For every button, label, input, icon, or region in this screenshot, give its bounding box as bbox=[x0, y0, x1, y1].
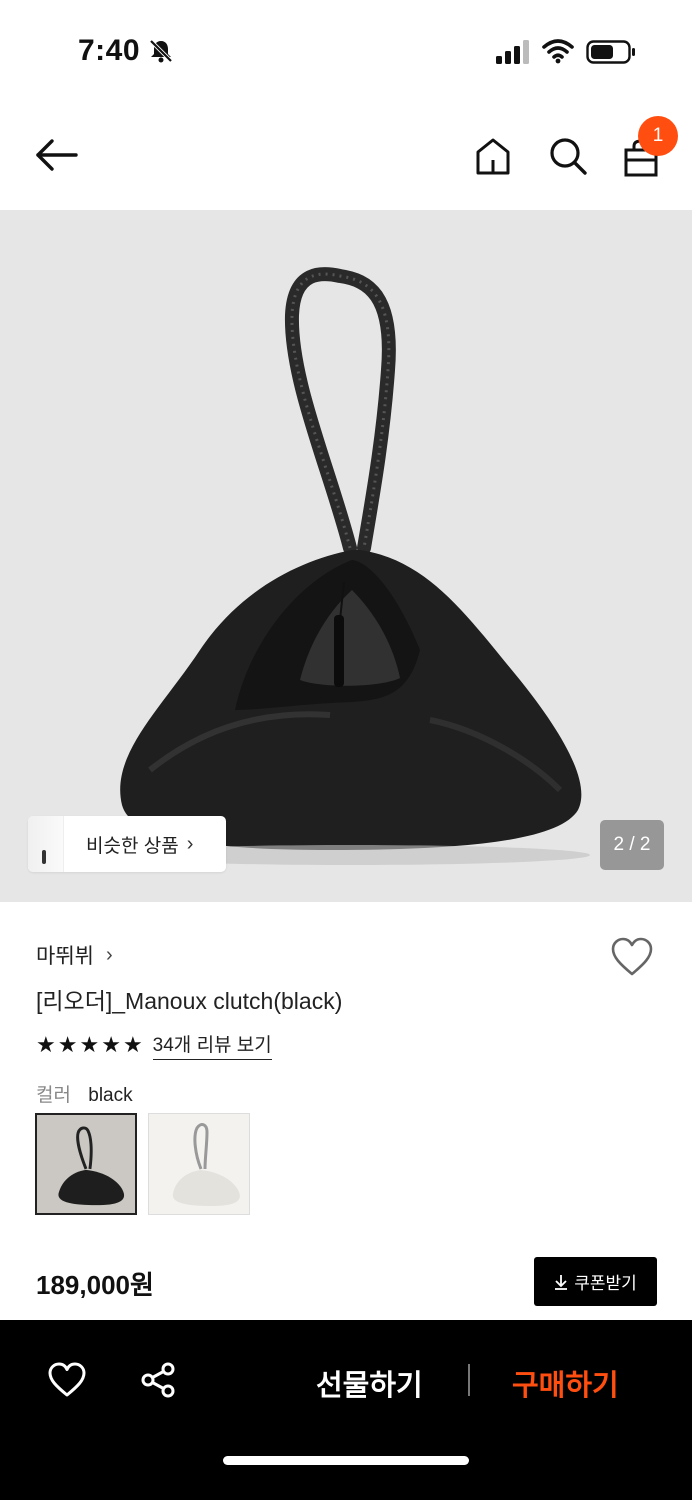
brand-link[interactable]: 마뛰뷔 › bbox=[36, 940, 113, 970]
color-swatch-white[interactable] bbox=[148, 1113, 250, 1215]
chevron-right-icon: › bbox=[105, 943, 113, 966]
rating-row: ★ ★ ★ ★ ★ 34개 리뷰 보기 bbox=[36, 1030, 272, 1060]
buy-button[interactable]: 구매하기 bbox=[512, 1362, 619, 1404]
coupon-label: 쿠폰받기 bbox=[574, 1274, 637, 1293]
color-row: 컬러 black bbox=[36, 1080, 133, 1107]
status-bar: 7:40 bbox=[0, 0, 692, 100]
home-icon[interactable] bbox=[474, 136, 512, 176]
similar-product-thumbnail bbox=[28, 816, 64, 872]
chevron-right-icon: › bbox=[186, 832, 194, 855]
home-indicator[interactable] bbox=[223, 1456, 469, 1465]
cart-count-badge: 1 bbox=[638, 116, 678, 156]
bag-thumbnail-white bbox=[172, 1123, 240, 1206]
image-pager: 2 / 2 bbox=[600, 820, 664, 870]
status-time: 7:40 bbox=[78, 34, 141, 67]
star-icon: ★ bbox=[122, 1032, 143, 1057]
download-icon bbox=[555, 1274, 568, 1290]
get-coupon-button[interactable]: 쿠폰받기 bbox=[534, 1257, 657, 1306]
product-photo bbox=[110, 267, 590, 865]
color-swatch-black[interactable] bbox=[35, 1113, 137, 1215]
product-image-gallery[interactable]: 비슷한 상품 › 2 / 2 bbox=[0, 210, 692, 902]
color-label: 컬러 bbox=[36, 1085, 71, 1106]
bell-muted-icon bbox=[149, 39, 173, 63]
divider bbox=[468, 1364, 470, 1396]
battery-icon bbox=[586, 40, 635, 64]
wishlist-heart-icon[interactable] bbox=[610, 936, 654, 978]
reviews-link[interactable]: 34개 리뷰 보기 bbox=[152, 1030, 272, 1060]
wifi-icon bbox=[542, 39, 574, 64]
bag-thumbnail-black bbox=[58, 1126, 125, 1206]
share-icon[interactable] bbox=[140, 1362, 176, 1398]
star-rating: ★ ★ ★ ★ ★ bbox=[36, 1033, 143, 1057]
product-title: [리오더]_Manoux clutch(black) bbox=[36, 988, 343, 1014]
price: 189,000원 bbox=[36, 1270, 154, 1300]
similar-products-label: 비슷한 상품 bbox=[86, 835, 179, 857]
gift-button[interactable]: 선물하기 bbox=[316, 1362, 423, 1404]
star-icon: ★ bbox=[101, 1032, 121, 1057]
back-arrow-icon[interactable] bbox=[34, 138, 78, 172]
search-icon[interactable] bbox=[548, 136, 588, 176]
similar-products-button[interactable]: 비슷한 상품 › bbox=[28, 816, 226, 872]
color-value: black bbox=[88, 1085, 133, 1106]
star-icon: ★ bbox=[79, 1032, 100, 1057]
star-icon: ★ bbox=[36, 1032, 56, 1057]
heart-icon[interactable] bbox=[48, 1362, 86, 1398]
star-icon: ★ bbox=[57, 1032, 78, 1057]
top-nav: 1 bbox=[0, 100, 692, 210]
brand-name: 마뛰뷔 bbox=[36, 945, 94, 968]
bottom-action-bar: 선물하기 구매하기 bbox=[0, 1320, 692, 1500]
cellular-signal-icon bbox=[496, 40, 529, 64]
